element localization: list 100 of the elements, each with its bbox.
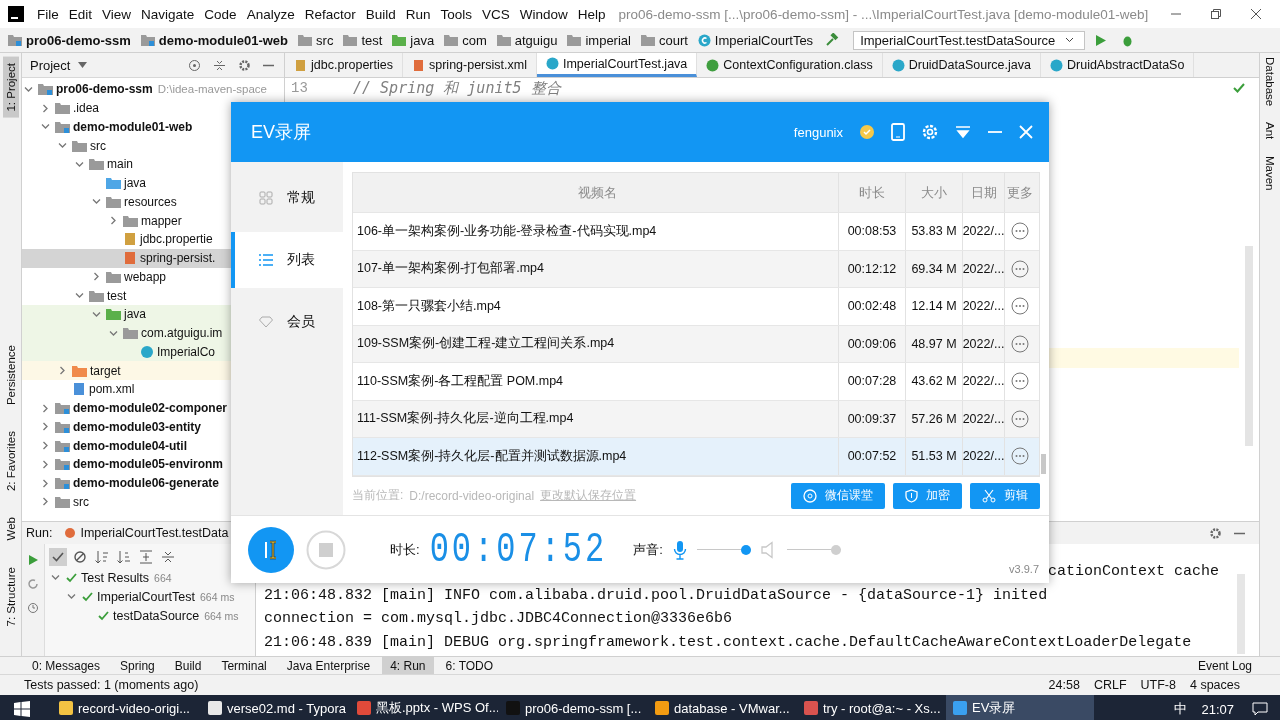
tree-item[interactable]: resources <box>22 192 231 212</box>
menu-item[interactable]: Analyze <box>241 6 300 22</box>
tree-item[interactable]: mapper <box>22 211 231 230</box>
tree-item[interactable]: webapp <box>22 267 231 287</box>
editor-tab[interactable]: ContextConfiguration.class <box>697 53 883 77</box>
settings-icon[interactable] <box>238 58 251 72</box>
menu-item[interactable]: Edit <box>63 6 98 22</box>
more-icon[interactable] <box>1011 372 1029 391</box>
tree-item[interactable]: jdbc.propertie <box>22 230 231 249</box>
phone-icon[interactable] <box>891 123 905 141</box>
chevron-icon[interactable] <box>92 272 101 282</box>
scrollbar[interactable] <box>1245 246 1253 446</box>
check-icon[interactable] <box>49 548 67 566</box>
menu-item[interactable]: View <box>97 6 137 22</box>
tool-window-tab[interactable]: Persistence <box>2 338 19 411</box>
tree-item[interactable]: main <box>22 155 231 174</box>
tree-item[interactable]: demo-module01-web <box>22 117 231 137</box>
breadcrumb-item[interactable]: pro06-demo-ssm <box>8 32 131 48</box>
video-row[interactable]: 112-SSM案例-持久化层-配置并测试数据源.mp4 00:07:52 51.53 M 2022/... <box>353 438 1039 476</box>
status-item[interactable]: UTF-8 <box>1140 678 1176 692</box>
test-item[interactable]: testDataSource 664 ms <box>45 606 255 625</box>
chevron-icon[interactable] <box>41 459 50 469</box>
status-item[interactable]: 24:58 <box>1048 678 1080 692</box>
tree-item[interactable]: demo-module03-entity <box>22 417 231 437</box>
menu-item[interactable]: Help <box>572 6 611 22</box>
chevron-icon[interactable] <box>41 422 50 432</box>
chevron-icon[interactable] <box>67 592 76 601</box>
taskbar-item[interactable]: database - VMwar... <box>648 695 796 720</box>
tree-item[interactable]: java <box>22 305 231 324</box>
video-row[interactable]: 111-SSM案例-持久化层-逆向工程.mp4 00:09:37 57.26 M 2022/... <box>353 400 1039 438</box>
video-row[interactable]: 110-SSM案例-各工程配置 POM.mp4 00:07:28 43.62 M 2022/... <box>353 363 1039 401</box>
notification-icon[interactable] <box>1252 702 1268 716</box>
more-icon[interactable] <box>1011 222 1029 241</box>
editor-tab[interactable]: spring-persist.xml <box>403 53 537 77</box>
menu-item[interactable]: Run <box>400 6 436 22</box>
microphone-icon[interactable] <box>672 539 687 560</box>
run-icon[interactable] <box>1095 33 1108 47</box>
test-item[interactable]: ImperialCourtTest 664 ms <box>45 587 255 606</box>
chevron-icon[interactable] <box>41 478 50 488</box>
tree-item[interactable]: pom.xml <box>22 380 231 399</box>
menu-item[interactable]: Tools <box>435 6 477 22</box>
menu-item[interactable]: File <box>32 6 64 22</box>
tool-window-tab[interactable]: Maven <box>1264 155 1276 191</box>
scrollbar[interactable] <box>1237 574 1245 654</box>
restore-icon[interactable] <box>1210 8 1222 20</box>
breadcrumb-item[interactable]: com <box>444 32 487 48</box>
tool-window-tab[interactable]: Terminal <box>213 657 275 674</box>
tree-item[interactable]: demo-module05-environm <box>22 455 231 474</box>
breadcrumb-item[interactable]: atguigu <box>496 32 558 48</box>
tree-item[interactable]: test <box>22 286 231 305</box>
chevron-icon[interactable] <box>109 216 118 226</box>
chevron-icon[interactable] <box>92 197 101 207</box>
menu-item[interactable]: Code <box>199 6 242 22</box>
taskbar-item[interactable]: 黑板.pptx - WPS Of... <box>350 695 498 720</box>
tree-item[interactable]: .idea <box>22 98 231 118</box>
tree-item[interactable]: demo-module04-util <box>22 436 231 455</box>
tree-item[interactable]: pro06-demo-ssm D:\idea-maven-space <box>22 80 284 99</box>
chevron-icon[interactable] <box>24 84 33 94</box>
scrollbar[interactable] <box>1041 453 1046 474</box>
editor-tab[interactable]: ImperialCourtTest.java <box>536 53 698 77</box>
history-icon[interactable] <box>27 602 39 614</box>
chevron-icon[interactable] <box>75 159 84 169</box>
chevron-icon[interactable] <box>58 366 67 376</box>
taskbar-item[interactable]: EV录屏 <box>946 695 1094 720</box>
video-row[interactable]: 109-SSM案例-创建工程-建立工程间关系.mp4 00:09:06 48.97 M 2022/... <box>353 325 1039 363</box>
chevron-icon[interactable] <box>92 309 101 319</box>
status-item[interactable]: 4 spaces <box>1189 678 1240 692</box>
menu-item[interactable]: Window <box>514 6 573 22</box>
breadcrumb-item[interactable]: java <box>392 32 435 48</box>
breadcrumb-item[interactable]: src <box>298 32 334 48</box>
menu-item[interactable]: Refactor <box>299 6 361 22</box>
more-icon[interactable] <box>1011 409 1029 428</box>
settings-icon[interactable] <box>1209 526 1222 540</box>
more-icon[interactable] <box>1011 259 1029 278</box>
breadcrumb-item[interactable]: imperial <box>567 32 631 48</box>
tool-window-tab[interactable]: 6: TODO <box>437 657 502 674</box>
breadcrumb-item[interactable]: court <box>640 32 688 48</box>
tree-item[interactable]: src <box>22 492 231 512</box>
tool-window-tab[interactable]: 7: Structure <box>2 560 19 632</box>
editor-tab[interactable]: jdbc.properties <box>285 53 403 77</box>
tree-item[interactable]: java <box>22 173 231 193</box>
tool-window-tab[interactable]: Event Log <box>1189 657 1260 674</box>
chevron-icon[interactable] <box>51 573 60 582</box>
video-row[interactable]: 108-第一只骡套小结.mp4 00:02:48 12.14 M 2022/... <box>353 288 1039 326</box>
video-row[interactable]: 107-单一架构案例-打包部署.mp4 00:12:12 69.34 M 2022/... <box>353 250 1039 288</box>
menu-item[interactable]: Build <box>360 6 401 22</box>
status-item[interactable]: CRLF <box>1093 678 1127 692</box>
chevron-icon[interactable] <box>41 403 50 413</box>
chevron-icon[interactable] <box>41 441 50 451</box>
tool-window-tab[interactable]: Build <box>166 657 210 674</box>
record-button[interactable] <box>248 526 294 573</box>
tool-window-tab[interactable]: 4: Run <box>382 657 434 674</box>
nav-item[interactable]: 会员 <box>231 294 343 350</box>
breadcrumb-item[interactable]: test <box>343 32 383 48</box>
tool-window-tab[interactable]: 0: Messages <box>24 657 109 674</box>
chevron-icon[interactable] <box>41 122 50 132</box>
nav-item[interactable]: 常规 <box>231 170 343 226</box>
close-icon[interactable] <box>1250 8 1262 20</box>
taskbar-item[interactable]: record-video-origi... <box>52 695 200 720</box>
more-icon[interactable] <box>1011 447 1029 466</box>
